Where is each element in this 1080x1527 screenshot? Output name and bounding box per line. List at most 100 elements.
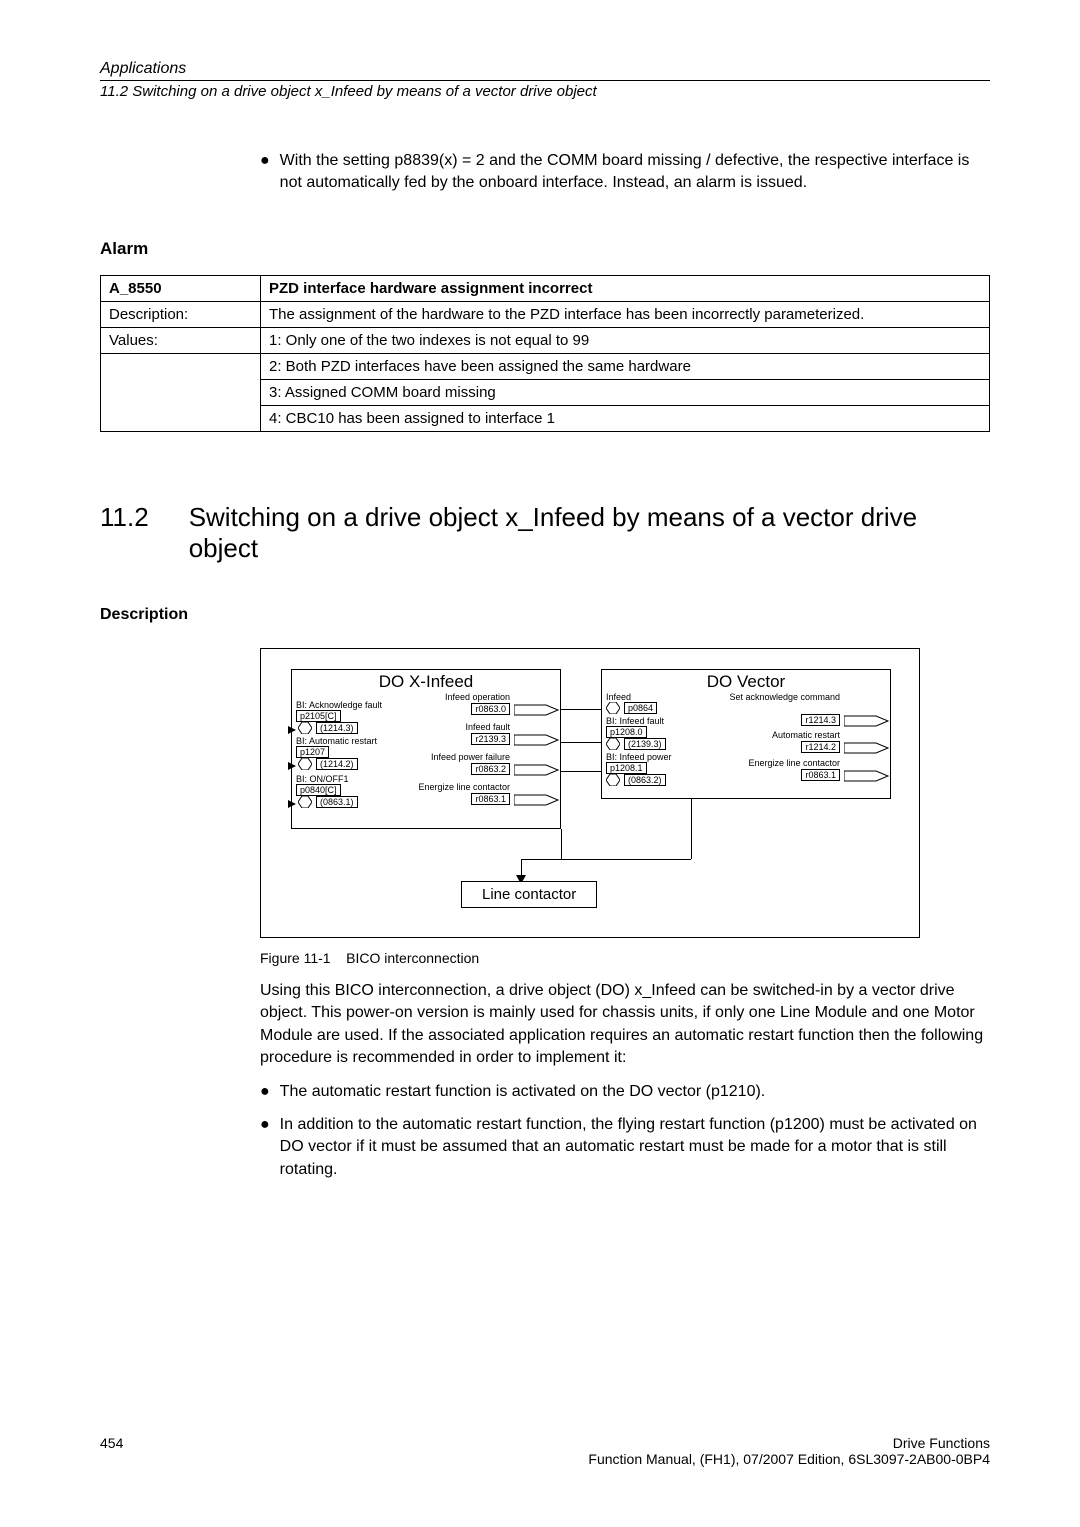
description-heading: Description	[100, 606, 990, 624]
val-2139-3: (2139.3)	[624, 738, 666, 750]
sig-out-icon	[514, 703, 560, 717]
table-row: 2: Both PZD interfaces have been assigne…	[101, 353, 990, 379]
do-vector-title: DO Vector	[602, 670, 890, 692]
val-1214-2: (1214.2)	[316, 758, 358, 770]
sig-out-icon	[844, 769, 890, 783]
header-rule	[100, 80, 990, 81]
bullet-icon: ●	[260, 1081, 270, 1103]
sig-out-icon	[514, 763, 560, 777]
r0863-2-box: r0863.2	[471, 763, 510, 775]
line-contactor-label: Line contactor	[482, 886, 576, 903]
p0864-box: p0864	[624, 702, 657, 714]
alarm-table: A_8550 PZD interface hardware assignment…	[100, 275, 990, 432]
arrow-icon	[288, 762, 296, 770]
footer-line1: Drive Functions	[588, 1435, 990, 1451]
r1214-3-box: r1214.3	[801, 714, 840, 726]
bi-onoff1-label: BI: ON/OFF1	[296, 774, 349, 784]
table-row: 3: Assigned COMM board missing	[101, 379, 990, 405]
header-applications: Applications	[100, 60, 990, 78]
intro-bullet-text: With the setting p8839(x) = 2 and the CO…	[280, 150, 990, 195]
section-heading: 11.2 Switching on a drive object x_Infee…	[100, 502, 990, 564]
diagram-outer: DO X-Infeed BI: Acknowledge fault p2105[…	[260, 648, 920, 938]
header-section-path: 11.2 Switching on a drive object x_Infee…	[100, 83, 990, 100]
bi-infeed-power-label: BI: Infeed power	[606, 752, 672, 762]
val-0863-2: (0863.2)	[624, 774, 666, 786]
alarm-value-4: 4: CBC10 has been assigned to interface …	[261, 405, 990, 431]
bullet-icon: ●	[260, 1114, 270, 1181]
bi-infeed-fault-label: BI: Infeed fault	[606, 716, 664, 726]
p0840c-box: p0840[C]	[296, 784, 341, 796]
alarm-empty-cell	[101, 405, 261, 431]
p2105c-box: p2105[C]	[296, 710, 341, 722]
r2139-3-box: r2139.3	[471, 733, 510, 745]
hex-icon	[606, 702, 620, 714]
footer-line2: Function Manual, (FH1), 07/2007 Edition,…	[588, 1451, 990, 1467]
hex-icon	[298, 796, 312, 808]
infeed-power-fail-label: Infeed power failure	[431, 752, 510, 762]
alarm-empty-cell	[101, 353, 261, 379]
p1208-1-box: p1208.1	[606, 762, 647, 774]
figure-caption-label: Figure 11-1	[260, 950, 331, 966]
alarm-value-2: 2: Both PZD interfaces have been assigne…	[261, 353, 990, 379]
alarm-desc-text: The assignment of the hardware to the PZ…	[261, 301, 990, 327]
arrow-icon	[288, 800, 296, 808]
energize-contactor-label-r: Energize line contactor	[748, 758, 840, 768]
sig-out-icon	[514, 793, 560, 807]
set-ack-cmd-label: Set acknowledge command	[729, 692, 840, 702]
hex-icon	[606, 738, 620, 750]
do-x-infeed-box: DO X-Infeed BI: Acknowledge fault p2105[…	[291, 669, 561, 829]
figure-caption-text: BICO interconnection	[346, 950, 479, 966]
alarm-values-label: Values:	[101, 327, 261, 353]
connector-line	[561, 709, 601, 710]
val-0863-1: (0863.1)	[316, 796, 358, 808]
connector-line	[561, 829, 562, 859]
line-contactor-box: Line contactor	[461, 881, 597, 908]
connector-line	[691, 799, 692, 859]
arrow-icon	[288, 726, 296, 734]
connector-line	[561, 859, 691, 860]
alarm-value-3: 3: Assigned COMM board missing	[261, 379, 990, 405]
bullet-2: ● In addition to the automatic restart f…	[260, 1114, 990, 1181]
table-row: Values: 1: Only one of the two indexes i…	[101, 327, 990, 353]
val-1214-3: (1214.3)	[316, 722, 358, 734]
bullet-2-text: In addition to the automatic restart fun…	[280, 1114, 990, 1181]
r0863-1-box-r: r0863.1	[801, 769, 840, 781]
sig-out-icon	[514, 733, 560, 747]
alarm-desc-label: Description:	[101, 301, 261, 327]
connector-line	[561, 771, 601, 772]
section-number: 11.2	[100, 502, 149, 533]
r1214-2-box: r1214.2	[801, 741, 840, 753]
alarm-heading: Alarm	[100, 239, 990, 259]
table-row: Description: The assignment of the hardw…	[101, 301, 990, 327]
infeed-op-label: Infeed operation	[445, 692, 510, 702]
page-number: 454	[100, 1435, 123, 1451]
do-vector-box: DO Vector Infeed p0864 BI: Infeed fault …	[601, 669, 891, 799]
connector-line	[561, 742, 601, 743]
bico-paragraph: Using this BICO interconnection, a drive…	[260, 980, 990, 1070]
connector-line	[521, 859, 561, 860]
intro-bullet: ● With the setting p8839(x) = 2 and the …	[260, 150, 990, 195]
energize-contactor-label: Energize line contactor	[418, 782, 510, 792]
p1208-0-box: p1208.0	[606, 726, 647, 738]
bullet-1-text: The automatic restart function is activa…	[280, 1081, 766, 1103]
bullet-icon: ●	[260, 150, 270, 195]
bi-ack-fault-label: BI: Acknowledge fault	[296, 700, 382, 710]
figure-wrap: DO X-Infeed BI: Acknowledge fault p2105[…	[260, 648, 990, 1181]
alarm-value-1: 1: Only one of the two indexes is not eq…	[261, 327, 990, 353]
hex-icon	[606, 774, 620, 786]
bi-auto-restart-label: BI: Automatic restart	[296, 736, 377, 746]
do-x-infeed-title: DO X-Infeed	[292, 670, 560, 692]
alarm-title-cell: PZD interface hardware assignment incorr…	[261, 275, 990, 301]
r0863-1-box: r0863.1	[471, 793, 510, 805]
figure-caption: Figure 11-1 BICO interconnection	[260, 950, 990, 966]
sig-out-icon	[844, 741, 890, 755]
table-row: 4: CBC10 has been assigned to interface …	[101, 405, 990, 431]
alarm-empty-cell	[101, 379, 261, 405]
infeed-fault-label: Infeed fault	[465, 722, 510, 732]
table-row: A_8550 PZD interface hardware assignment…	[101, 275, 990, 301]
r0863-0-box: r0863.0	[471, 703, 510, 715]
bullet-1: ● The automatic restart function is acti…	[260, 1081, 990, 1103]
hex-icon	[298, 722, 312, 734]
alarm-code-cell: A_8550	[101, 275, 261, 301]
infeed-label: Infeed	[606, 692, 631, 702]
